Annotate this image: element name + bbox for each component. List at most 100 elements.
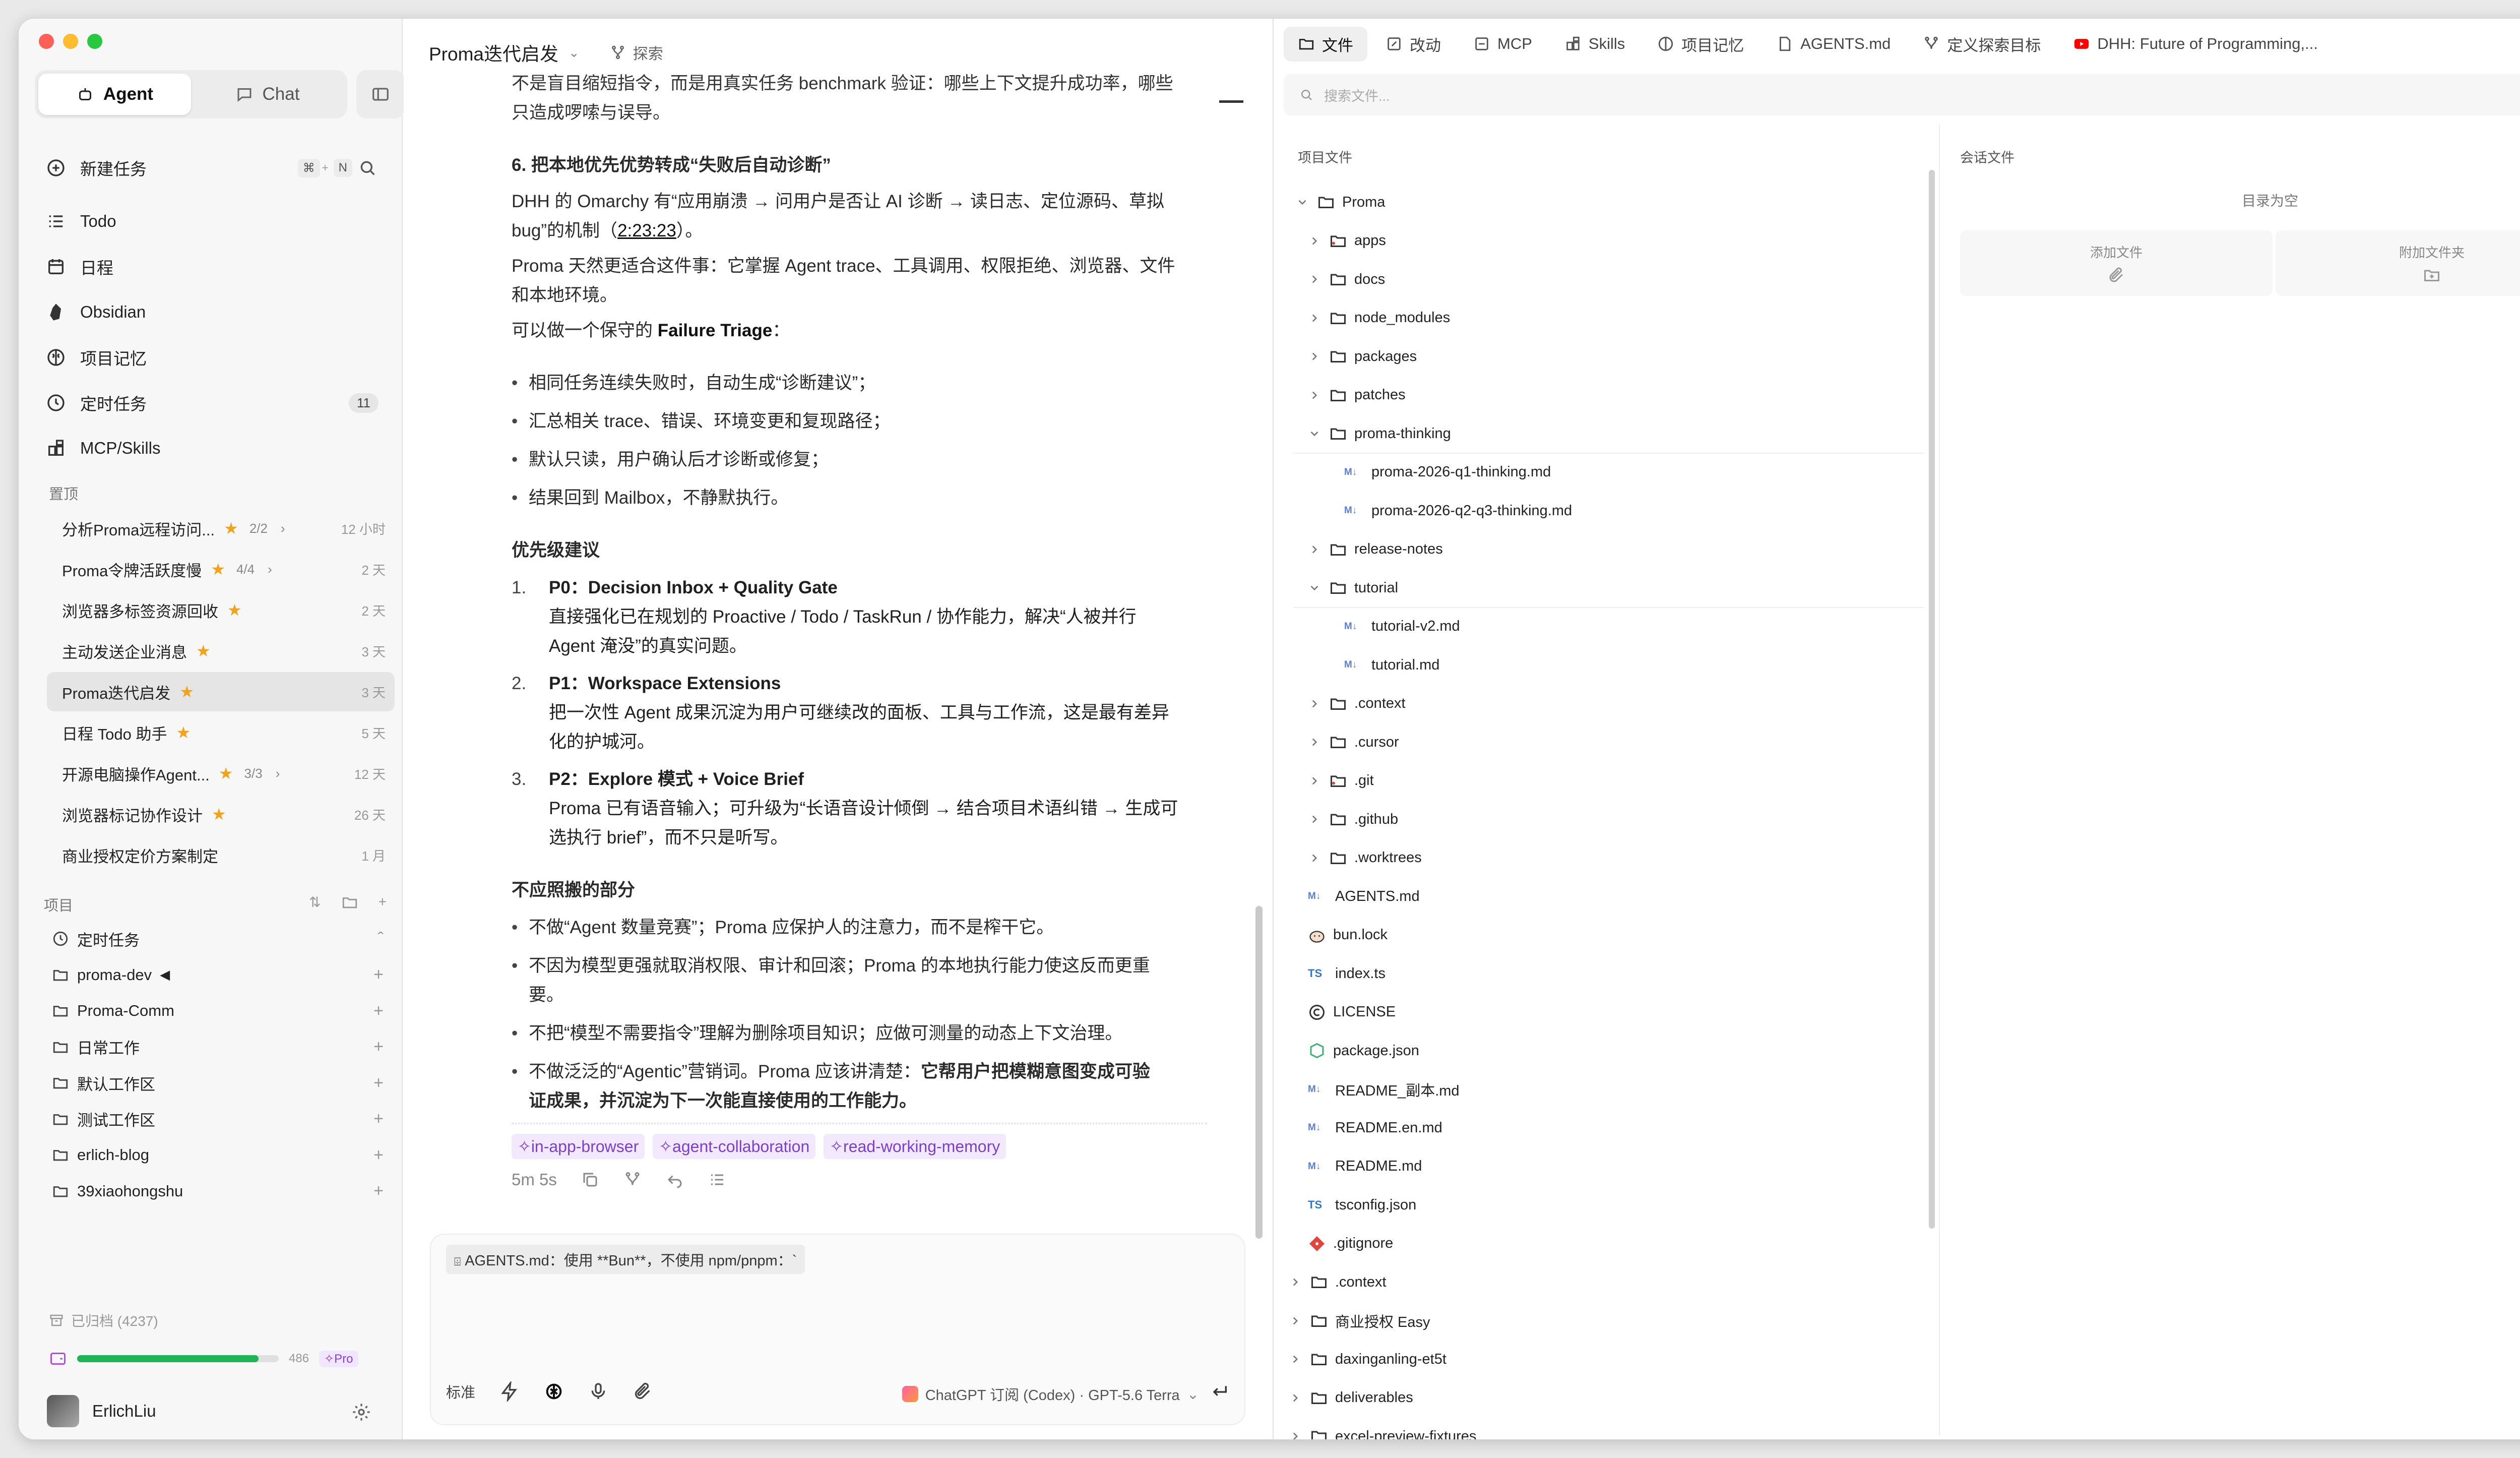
file-item[interactable]: M↓ README_副本.md [1274,1070,1939,1109]
folder-item[interactable]: .worktrees [1274,839,1939,877]
search-icon[interactable] [357,158,377,178]
tab-mcp[interactable]: MCP [1459,29,1546,59]
add-icon[interactable]: + [373,1181,384,1201]
sidebar-item-schedule[interactable]: 日程 [35,247,388,287]
attach-folder-button[interactable]: 附加文件夹 [2276,230,2520,296]
file-item[interactable]: bun.lock [1274,916,1939,954]
mode-selector[interactable]: 标准 [446,1381,475,1402]
collapse-all-icon[interactable]: ⇅ [309,894,321,911]
chevron-right-icon[interactable] [1308,543,1321,556]
pinned-task-item[interactable]: 商业授权定价方案制定 1 月 [47,835,395,875]
pinned-task-item[interactable]: 浏览器多标签资源回收 ★ 2 天 [47,590,395,630]
chevron-right-icon[interactable] [1289,1391,1302,1405]
file-item[interactable]: package.json [1274,1031,1939,1070]
star-icon[interactable]: ★ [224,519,238,538]
folder-item[interactable]: docs [1274,260,1939,298]
file-search-input[interactable]: 搜索文件... [1284,74,2520,115]
chevron-down-icon[interactable] [1296,196,1309,209]
chevron-right-icon[interactable] [1289,1353,1302,1366]
folder-item[interactable]: patches [1274,376,1939,414]
folder-item[interactable]: release-notes [1274,530,1939,569]
file-item[interactable]: M↓ README.en.md [1274,1109,1939,1147]
file-item[interactable]: LICENSE [1274,993,1939,1031]
message-input[interactable]: ⌹ AGENTS.md：使用 **Bun**，不使用 npm/pnpm：` 标准 … [430,1234,1245,1425]
collapse-icon[interactable]: ˆ [378,929,384,949]
tab-agents-md[interactable]: AGENTS.md [1762,29,1905,59]
pinned-task-item[interactable]: 浏览器标记协作设计 ★ 26 天 [47,795,395,834]
chat-scrollbar[interactable] [1255,906,1263,1239]
chevron-right-icon[interactable] [1308,389,1321,402]
file-item[interactable]: M↓ proma-2026-q1-thinking.md [1274,453,1939,492]
chevron-right-icon[interactable] [1308,234,1321,248]
tab-files[interactable]: 文件 [1284,26,1367,62]
chevron-right-icon[interactable] [1289,1275,1302,1289]
chat-title[interactable]: Proma迭代启发 [429,39,558,66]
pinned-task-item[interactable]: Proma迭代启发 ★ 3 天 [47,672,395,711]
folder-item[interactable]: Proma [1274,183,1939,221]
explore-button[interactable]: 探索 [610,41,663,64]
chevron-down-icon[interactable] [1308,581,1321,594]
project-item[interactable]: erlich-blog + [47,1137,395,1173]
fork-icon[interactable] [623,1171,642,1189]
chevron-down-icon[interactable] [1308,427,1321,440]
chevron-right-icon[interactable]: › [281,521,285,536]
pinned-task-item[interactable]: 开源电脑操作Agent... ★ 3/3 › 12 天 [47,754,395,793]
star-icon[interactable]: ★ [196,641,211,660]
folder-item[interactable]: proma-thinking [1274,414,1939,453]
folder-item[interactable]: packages [1274,337,1939,376]
sidebar-item-memory[interactable]: 项目记忆 [35,337,388,378]
project-item[interactable]: proma-dev ◀ + [47,957,395,993]
microphone-icon[interactable] [588,1381,608,1402]
zoom-window-button[interactable] [87,34,102,49]
file-item[interactable]: M↓ tutorial-v2.md [1274,608,1939,646]
attachment-icon[interactable] [633,1381,653,1402]
model-selector[interactable]: ChatGPT 订阅 (Codex) · GPT-5.6 Terra ⌄ [902,1383,1199,1405]
chevron-right-icon[interactable] [1308,736,1321,749]
undo-icon[interactable] [666,1171,684,1189]
folder-item[interactable]: .cursor [1274,723,1939,761]
file-item[interactable]: M↓ proma-2026-q2-q3-thinking.md [1274,492,1939,530]
chevron-right-icon[interactable] [1308,813,1321,826]
folder-item[interactable]: daxinganling-et5t [1274,1340,1939,1378]
chevron-right-icon[interactable] [1308,852,1321,865]
chat-tab[interactable]: Chat [191,74,344,115]
file-item[interactable]: TS index.ts [1274,954,1939,993]
folder-item[interactable]: node_modules [1274,299,1939,337]
pinned-task-item[interactable]: 分析Proma远程访问... ★ 2/2 › 12 小时 [47,509,395,548]
add-file-button[interactable]: 添加文件 [1960,230,2273,296]
folder-add-icon[interactable] [341,894,358,911]
file-item[interactable]: M↓ tutorial.md [1274,646,1939,684]
tree-scrollbar[interactable] [1929,170,1935,1229]
chevron-right-icon[interactable]: › [268,562,272,577]
lightning-icon[interactable] [499,1381,520,1402]
sidebar-item-mcp-skills[interactable]: MCP/Skills [35,428,388,468]
project-item[interactable]: 日常工作 + [47,1029,395,1065]
chevron-right-icon[interactable] [1289,1314,1302,1327]
pinned-task-item[interactable]: 日程 Todo 助手 ★ 5 天 [47,713,395,752]
folder-item[interactable]: deliverables [1274,1379,1939,1417]
chevron-right-icon[interactable] [1308,273,1321,286]
chevron-right-icon[interactable] [1308,697,1321,710]
folder-item[interactable]: .context [1274,685,1939,723]
folder-item[interactable]: .context [1274,1263,1939,1301]
star-icon[interactable]: ★ [212,805,226,824]
chevron-right-icon[interactable] [1308,350,1321,363]
user-profile[interactable]: ErlichLiu [47,1395,156,1427]
add-icon[interactable]: + [373,1073,384,1093]
star-icon[interactable]: ★ [179,682,194,701]
sidebar-toggle-button[interactable] [356,70,405,118]
sidebar-item-obsidian[interactable]: Obsidian [35,292,388,332]
file-item[interactable]: .gitignore [1274,1225,1939,1263]
add-icon[interactable]: + [373,1001,384,1021]
star-icon[interactable]: ★ [176,723,191,742]
star-icon[interactable]: ★ [219,764,233,783]
timestamp-link[interactable]: 2:23:23 [617,221,676,240]
pinned-task-item[interactable]: Proma令牌活跃度慢 ★ 4/4 › 2 天 [47,550,395,589]
project-item[interactable]: 定时任务 ˆ [47,921,395,956]
list-detail-icon[interactable] [708,1171,726,1189]
folder-item[interactable]: excel-preview-fixtures [1274,1417,1939,1439]
file-item[interactable]: TS tsconfig.json [1274,1186,1939,1224]
close-window-button[interactable] [39,34,54,49]
minimize-window-button[interactable] [63,34,78,49]
tab-youtube[interactable]: DHH: Future of Programming,... [2059,29,2332,59]
